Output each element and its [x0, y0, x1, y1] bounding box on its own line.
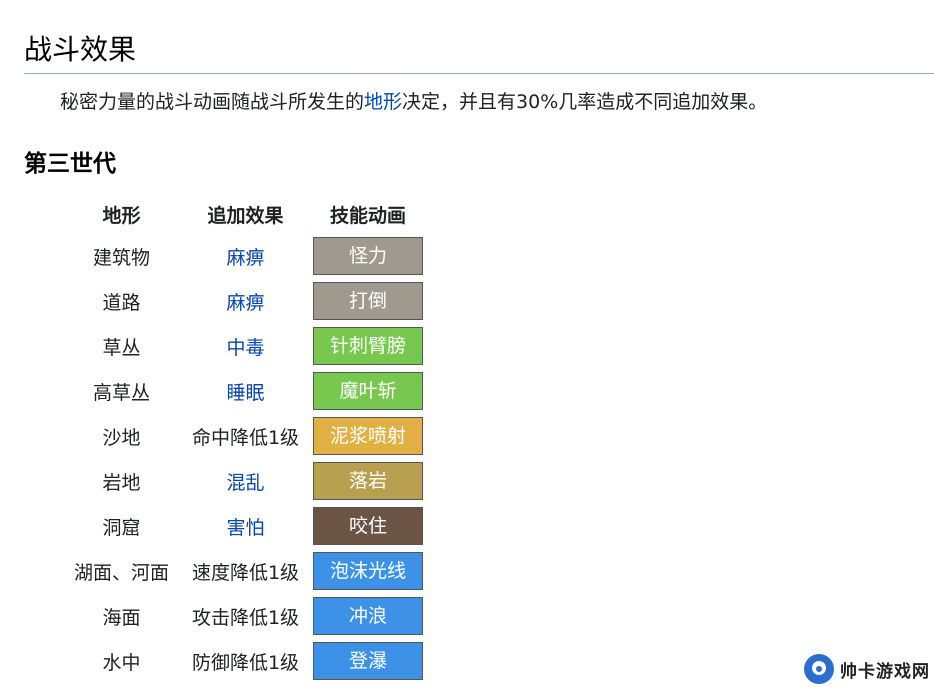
status-effect-link[interactable]: 混乱	[226, 472, 264, 494]
terrain-cell: 洞窟	[102, 516, 141, 539]
move-badge[interactable]: 冲浪	[313, 597, 423, 635]
effect-cell: 防御降低1级	[183, 642, 308, 680]
move-badge[interactable]: 怪力	[313, 237, 423, 275]
watermark-text: 帅卡游戏网	[840, 661, 930, 682]
terrain-link[interactable]: 地形	[364, 91, 402, 113]
stat-effect-text: 命中降低1级	[191, 426, 300, 449]
animation-cell: 针刺臂膀	[308, 327, 428, 365]
stat-effect-text: 攻击降低1级	[191, 606, 300, 629]
table-row: 草丛 中毒 针刺臂膀	[60, 327, 428, 365]
effect-cell: 混乱	[183, 462, 308, 500]
effect-cell: 中毒	[183, 327, 308, 365]
status-effect-link[interactable]: 麻痹	[226, 247, 264, 269]
status-effect-link[interactable]: 麻痹	[226, 292, 264, 314]
terrain-cell: 建筑物	[92, 246, 150, 269]
effect-cell: 命中降低1级	[183, 417, 308, 455]
terrain-cell: 湖面、河面	[73, 561, 169, 584]
animation-cell: 登瀑	[308, 642, 428, 680]
effect-cell: 攻击降低1级	[183, 597, 308, 635]
table-row: 湖面、河面 速度降低1级 泡沫光线	[60, 552, 428, 590]
watermark-logo-icon	[804, 654, 834, 684]
animation-cell: 泥浆喷射	[308, 417, 428, 455]
header-animation: 技能动画	[329, 204, 406, 227]
terrain-cell: 岩地	[102, 471, 141, 494]
stat-effect-text: 速度降低1级	[191, 561, 300, 584]
header-effect: 追加效果	[207, 204, 284, 227]
effect-cell: 麻痹	[183, 282, 308, 320]
effect-cell: 睡眠	[183, 372, 308, 410]
terrain-cell: 海面	[102, 606, 141, 629]
header-terrain: 地形	[102, 204, 141, 227]
animation-cell: 落岩	[308, 462, 428, 500]
section-title-gen3: 第三世代	[24, 151, 116, 177]
table-row: 道路 麻痹 打倒	[60, 282, 428, 320]
move-badge[interactable]: 泡沫光线	[313, 552, 423, 590]
move-badge[interactable]: 针刺臂膀	[313, 327, 423, 365]
table-body: 建筑物 麻痹 怪力 道路 麻痹 打倒 草丛 中毒 针刺臂膀 高草丛 睡眠 魔叶斩 沙地 命中降低1级 泥浆喷…	[60, 237, 428, 680]
move-badge[interactable]: 泥浆喷射	[313, 417, 423, 455]
status-effect-link[interactable]: 中毒	[226, 337, 264, 359]
heading-divider	[24, 73, 934, 74]
move-badge[interactable]: 登瀑	[313, 642, 423, 680]
terrain-cell: 草丛	[102, 336, 141, 359]
animation-cell: 怪力	[308, 237, 428, 275]
page-heading: 战斗效果	[24, 33, 137, 66]
watermark: 帅卡游戏网	[804, 650, 930, 688]
table-row: 水中 防御降低1级 登瀑	[60, 642, 428, 680]
stat-effect-text: 防御降低1级	[191, 651, 300, 674]
table-row: 海面 攻击降低1级 冲浪	[60, 597, 428, 635]
effect-cell: 麻痹	[183, 237, 308, 275]
status-effect-link[interactable]: 害怕	[226, 517, 264, 539]
table-row: 高草丛 睡眠 魔叶斩	[60, 372, 428, 410]
intro-text-after: 决定，并且有30%几率造成不同追加效果。	[402, 91, 768, 113]
intro-paragraph: 秘密力量的战斗动画随战斗所发生的地形决定，并且有30%几率造成不同追加效果。	[60, 88, 767, 116]
animation-cell: 泡沫光线	[308, 552, 428, 590]
status-effect-link[interactable]: 睡眠	[226, 382, 264, 404]
terrain-cell: 道路	[102, 291, 141, 314]
intro-text-before: 秘密力量的战斗动画随战斗所发生的	[60, 91, 365, 113]
table-row: 岩地 混乱 落岩	[60, 462, 428, 500]
animation-cell: 冲浪	[308, 597, 428, 635]
terrain-cell: 水中	[102, 651, 141, 674]
move-badge[interactable]: 咬住	[313, 507, 423, 545]
animation-cell: 魔叶斩	[308, 372, 428, 410]
table-row: 沙地 命中降低1级 泥浆喷射	[60, 417, 428, 455]
animation-cell: 咬住	[308, 507, 428, 545]
table-row: 洞窟 害怕 咬住	[60, 507, 428, 545]
effect-cell: 害怕	[183, 507, 308, 545]
effect-cell: 速度降低1级	[183, 552, 308, 590]
animation-cell: 打倒	[308, 282, 428, 320]
terrain-cell: 高草丛	[92, 381, 150, 404]
move-badge[interactable]: 魔叶斩	[313, 372, 423, 410]
table-header-row: 地形 追加效果 技能动画	[60, 198, 428, 230]
terrain-cell: 沙地	[102, 426, 141, 449]
terrain-effect-table: 地形 追加效果 技能动画 建筑物 麻痹 怪力 道路 麻痹 打倒 草丛 中毒 针刺臂膀 高草丛 睡眠魔…	[60, 191, 428, 687]
table-row: 建筑物 麻痹 怪力	[60, 237, 428, 275]
move-badge[interactable]: 打倒	[313, 282, 423, 320]
move-badge[interactable]: 落岩	[313, 462, 423, 500]
